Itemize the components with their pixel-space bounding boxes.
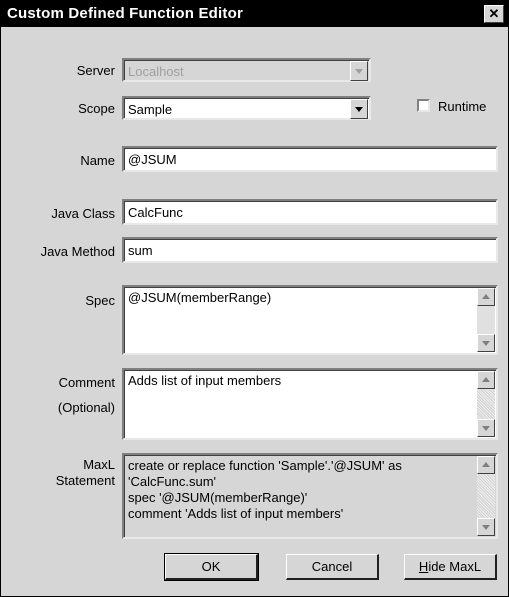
arrow-down-icon bbox=[482, 525, 490, 530]
scroll-up-button[interactable] bbox=[477, 371, 495, 389]
close-button[interactable]: ✕ bbox=[484, 5, 504, 23]
hide-maxl-button[interactable]: Hide MaxL bbox=[404, 554, 497, 580]
scope-select[interactable]: Sample bbox=[122, 96, 371, 120]
maxl-line: spec '@JSUM(memberRange)' bbox=[128, 490, 308, 505]
maxl-label: MaxL bbox=[83, 457, 115, 472]
title-bar: Custom Defined Function Editor ✕ bbox=[1, 1, 508, 27]
java-class-value: CalcFunc bbox=[128, 205, 183, 220]
java-class-input[interactable]: CalcFunc bbox=[122, 199, 498, 225]
scroll-down-button[interactable] bbox=[477, 334, 495, 352]
java-method-value: sum bbox=[128, 243, 153, 258]
runtime-checkbox[interactable] bbox=[417, 99, 430, 112]
comment-scrollbar[interactable] bbox=[477, 371, 495, 437]
arrow-down-icon bbox=[482, 341, 490, 346]
maxl-line: create or replace function 'Sample'.'@JS… bbox=[128, 458, 402, 473]
name-value: @JSUM bbox=[128, 152, 177, 167]
name-label: Name bbox=[80, 153, 115, 168]
chevron-down-icon bbox=[355, 69, 363, 74]
arrow-up-icon bbox=[482, 377, 490, 382]
maxl-line: 'CalcFunc.sum' bbox=[128, 474, 217, 489]
server-label: Server bbox=[76, 63, 115, 78]
spec-textarea[interactable]: @JSUM(memberRange) bbox=[122, 285, 498, 355]
spec-scrollbar[interactable] bbox=[477, 288, 495, 352]
java-method-input[interactable]: sum bbox=[122, 237, 498, 263]
scope-value: Sample bbox=[128, 102, 173, 117]
server-dropdown-button bbox=[350, 61, 368, 81]
maxl-statement-label: Statement bbox=[55, 473, 115, 488]
window-title: Custom Defined Function Editor bbox=[7, 5, 243, 22]
spec-value: @JSUM(memberRange) bbox=[128, 290, 272, 305]
scroll-up-button[interactable] bbox=[477, 288, 495, 306]
arrow-up-icon bbox=[482, 462, 490, 467]
arrow-up-icon bbox=[482, 294, 490, 299]
server-select: Localhost bbox=[122, 58, 371, 82]
scope-label: Scope bbox=[78, 101, 115, 116]
java-class-label: Java Class bbox=[51, 206, 115, 221]
ok-button[interactable]: OK bbox=[164, 553, 259, 581]
scroll-up-button[interactable] bbox=[477, 456, 495, 474]
cancel-button[interactable]: Cancel bbox=[286, 554, 379, 580]
name-input[interactable]: @JSUM bbox=[122, 146, 498, 172]
chevron-down-icon bbox=[355, 107, 363, 112]
comment-optional-label: (Optional) bbox=[57, 400, 115, 415]
function-editor-dialog: Custom Defined Function Editor ✕ Server … bbox=[0, 0, 509, 597]
maxl-line: comment 'Adds list of input members' bbox=[128, 506, 344, 521]
maxl-scrollbar[interactable] bbox=[477, 456, 495, 536]
maxl-textarea: create or replace function 'Sample'.'@JS… bbox=[122, 453, 498, 539]
comment-textarea[interactable]: Adds list of input members bbox=[122, 368, 498, 440]
scroll-down-button[interactable] bbox=[477, 518, 495, 536]
arrow-down-icon bbox=[482, 426, 490, 431]
java-method-label: Java Method bbox=[40, 244, 115, 259]
server-value: Localhost bbox=[128, 64, 184, 79]
comment-label: Comment bbox=[58, 375, 115, 390]
scroll-down-button[interactable] bbox=[477, 419, 495, 437]
hide-maxl-hotkey: H bbox=[418, 559, 429, 574]
spec-label: Spec bbox=[85, 293, 115, 308]
scope-dropdown-button[interactable] bbox=[350, 99, 368, 119]
runtime-label[interactable]: Runtime bbox=[438, 99, 486, 114]
hide-maxl-label: ide MaxL bbox=[428, 559, 482, 574]
comment-value: Adds list of input members bbox=[128, 373, 282, 388]
close-icon: ✕ bbox=[488, 6, 500, 21]
maxl-content: create or replace function 'Sample'.'@JS… bbox=[128, 458, 472, 522]
